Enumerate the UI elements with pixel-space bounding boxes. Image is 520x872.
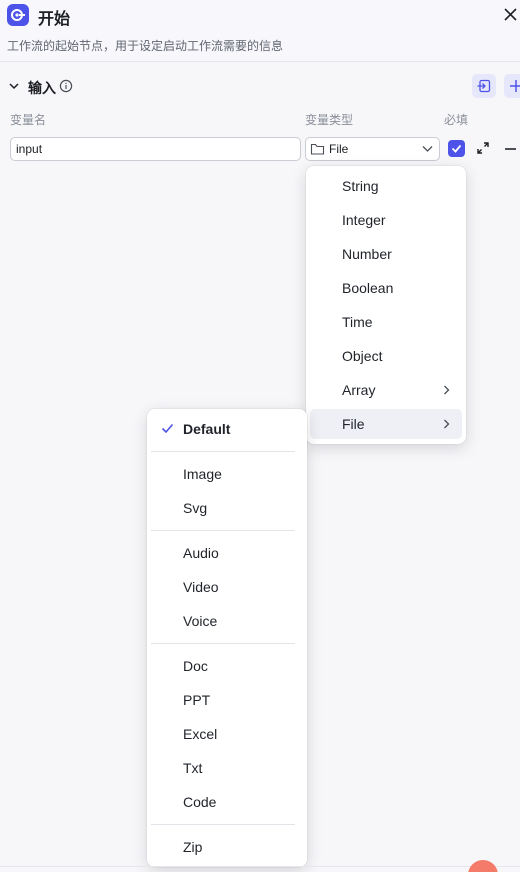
- submenu-item-video[interactable]: Video: [151, 572, 303, 602]
- submenu-item-label: Audio: [183, 545, 219, 561]
- submenu-item-label: PPT: [183, 692, 211, 708]
- folder-icon: [310, 143, 325, 155]
- menu-item-label: Boolean: [342, 280, 394, 296]
- add-variable-button[interactable]: [504, 74, 520, 98]
- submenu-item-label: Voice: [183, 613, 218, 629]
- check-icon: [451, 144, 462, 153]
- submenu-item-svg[interactable]: Svg: [151, 493, 303, 523]
- section-title: 输入: [28, 80, 56, 96]
- menu-item-file[interactable]: File: [310, 409, 462, 439]
- menu-item-string[interactable]: String: [310, 171, 462, 201]
- bottom-divider: [0, 866, 520, 867]
- submenu-item-excel[interactable]: Excel: [151, 719, 303, 749]
- submenu-item-label: Doc: [183, 658, 208, 674]
- menu-item-label: Time: [342, 314, 373, 330]
- menu-item-label: Array: [342, 382, 376, 398]
- menu-item-label: Integer: [342, 212, 386, 228]
- chevron-right-icon: [444, 385, 450, 395]
- submenu-item-label: Default: [183, 421, 231, 437]
- menu-item-time[interactable]: Time: [310, 307, 462, 337]
- expand-icon[interactable]: [476, 141, 490, 155]
- required-checkbox[interactable]: [448, 140, 465, 157]
- chevron-right-icon: [444, 419, 450, 429]
- submenu-item-code[interactable]: Code: [151, 787, 303, 817]
- submenu-item-label: Excel: [183, 726, 218, 742]
- submenu-item-default[interactable]: Default: [151, 414, 303, 444]
- menu-item-integer[interactable]: Integer: [310, 205, 462, 235]
- menu-divider: [151, 824, 295, 825]
- submenu-item-doc[interactable]: Doc: [151, 651, 303, 681]
- info-icon[interactable]: [59, 79, 73, 93]
- submenu-item-ppt[interactable]: PPT: [151, 685, 303, 715]
- variable-type-select[interactable]: File: [305, 137, 440, 161]
- menu-divider: [151, 451, 295, 452]
- node-title[interactable]: 开始: [38, 5, 70, 29]
- column-header-type: 变量类型: [305, 113, 354, 127]
- menu-item-object[interactable]: Object: [310, 341, 462, 371]
- menu-item-label: String: [342, 178, 379, 194]
- submenu-item-label: Image: [183, 466, 222, 482]
- menu-item-label: File: [342, 416, 365, 432]
- menu-item-label: Number: [342, 246, 392, 262]
- node-header: 开始 工作流的起始节点，用于设定启动工作流需要的信息: [0, 0, 520, 62]
- menu-divider: [151, 530, 295, 531]
- submenu-item-voice[interactable]: Voice: [151, 606, 303, 636]
- file-type-submenu: Default Image Svg Audio Video Voice Doc …: [147, 409, 307, 867]
- floating-action-button[interactable]: [468, 860, 498, 872]
- chevron-down-icon[interactable]: [8, 80, 20, 92]
- submenu-item-label: Zip: [183, 839, 203, 855]
- start-node-icon: [7, 4, 29, 26]
- chevron-down-icon: [422, 146, 433, 152]
- import-button[interactable]: [472, 74, 496, 98]
- menu-item-number[interactable]: Number: [310, 239, 462, 269]
- close-icon[interactable]: [502, 6, 520, 24]
- menu-item-label: Object: [342, 348, 383, 364]
- check-icon: [161, 423, 174, 434]
- type-dropdown-menu: String Integer Number Boolean Time Objec…: [306, 166, 466, 444]
- submenu-item-label: Svg: [183, 500, 208, 516]
- variable-type-value: File: [329, 142, 349, 156]
- submenu-item-label: Code: [183, 794, 217, 810]
- menu-item-boolean[interactable]: Boolean: [310, 273, 462, 303]
- node-description[interactable]: 工作流的起始节点，用于设定启动工作流需要的信息: [7, 37, 283, 54]
- import-icon: [477, 79, 491, 93]
- submenu-item-txt[interactable]: Txt: [151, 753, 303, 783]
- submenu-item-audio[interactable]: Audio: [151, 538, 303, 568]
- menu-divider: [151, 643, 295, 644]
- column-header-required: 必填: [444, 113, 469, 127]
- column-header-name: 变量名: [10, 113, 47, 127]
- submenu-item-label: Video: [183, 579, 219, 595]
- submenu-item-zip[interactable]: Zip: [151, 832, 303, 862]
- submenu-item-image[interactable]: Image: [151, 459, 303, 489]
- menu-item-array[interactable]: Array: [310, 375, 462, 405]
- remove-variable-icon[interactable]: [505, 148, 516, 150]
- variable-name-input[interactable]: input: [10, 137, 301, 161]
- plus-icon: [510, 80, 520, 92]
- submenu-item-label: Txt: [183, 760, 203, 776]
